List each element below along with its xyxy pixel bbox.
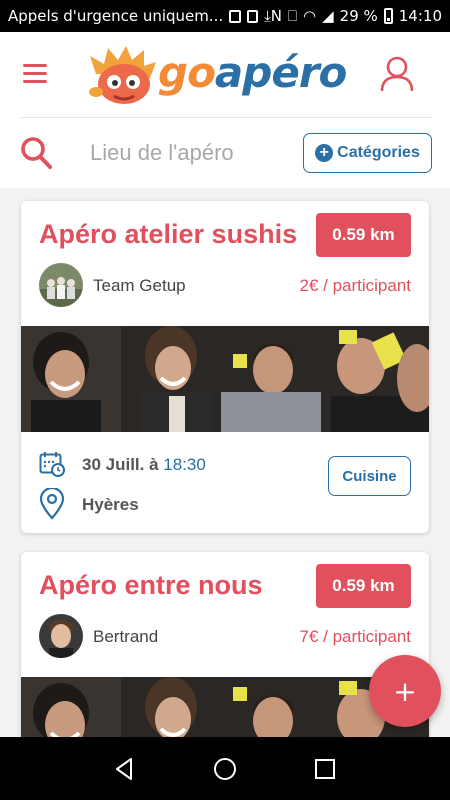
event-date: 30 Juill. à 18:30	[82, 455, 206, 475]
gallery-icon	[229, 9, 241, 23]
vibrate-icon: ⎕	[288, 7, 298, 25]
app-header: goapéro	[0, 32, 450, 118]
search-input[interactable]	[90, 138, 280, 168]
event-photo	[21, 326, 429, 432]
event-time: 18:30	[163, 455, 206, 474]
clock: 14:10	[398, 7, 442, 25]
plus-circle-icon: +	[315, 144, 334, 162]
wifi-icon: ◠	[303, 7, 317, 25]
notification-text: Appels d'urgence uniquem...	[8, 7, 224, 25]
event-card[interactable]: Apéro entre nous 0.59 km Bertrand 7€ / p…	[21, 552, 429, 752]
back-icon[interactable]	[111, 755, 139, 783]
system-nav-bar	[0, 737, 450, 800]
battery-icon	[383, 8, 393, 24]
user-profile-icon[interactable]	[380, 56, 414, 92]
distance-badge: 0.59 km	[316, 213, 411, 257]
logo-go: go	[158, 48, 216, 97]
logo: goapéro	[88, 44, 347, 108]
event-title: Apéro atelier sushis	[39, 219, 298, 249]
categories-label: Catégories	[337, 144, 420, 161]
host-name: Team Getup	[93, 276, 186, 295]
logo-apero: apéro	[214, 48, 347, 97]
mail-icon	[246, 9, 259, 23]
search-bar: + Catégories	[0, 118, 450, 188]
search-icon[interactable]	[20, 136, 52, 170]
signal-icon: ◢	[322, 7, 334, 25]
host-avatar	[39, 263, 83, 307]
status-bar: Appels d'urgence uniquem... ⤓ N ⎕ ◠ ◢ 29…	[0, 0, 450, 32]
location-pin-icon	[39, 488, 65, 520]
menu-icon[interactable]	[23, 64, 47, 84]
host-name: Bertrand	[93, 627, 159, 646]
calendar-clock-icon	[39, 452, 65, 477]
price-per-participant: 2€ / participant	[299, 276, 411, 295]
recents-icon[interactable]	[311, 755, 339, 783]
categories-button[interactable]: + Catégories	[303, 133, 432, 173]
download-icon: ⤓	[264, 7, 271, 25]
event-city: Hyères	[82, 495, 139, 514]
event-date-label: 30 Juill. à	[82, 455, 164, 474]
distance-badge: 0.59 km	[316, 564, 411, 608]
logo-mascot-icon	[89, 46, 156, 104]
price-per-participant: 7€ / participant	[299, 627, 411, 646]
host-avatar	[39, 614, 83, 658]
category-tag-button[interactable]: Cuisine	[328, 456, 411, 496]
event-card[interactable]: Apéro atelier sushis 0.59 km Team Getup …	[21, 201, 429, 533]
event-title: Apéro entre nous	[39, 570, 263, 600]
home-icon[interactable]	[211, 755, 239, 783]
battery-percent: 29 %	[339, 7, 378, 25]
add-event-button[interactable]: +	[369, 655, 441, 727]
nfc-icon: N	[270, 7, 282, 25]
